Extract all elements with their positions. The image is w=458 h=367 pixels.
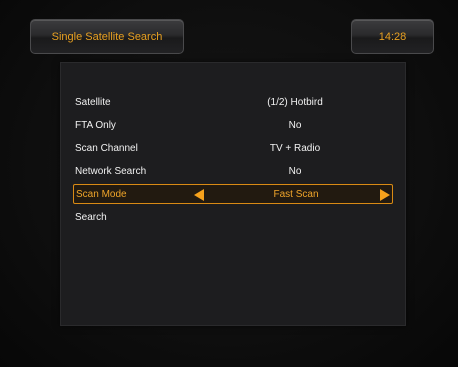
clock-box: 14:28 — [351, 19, 434, 54]
tv-screen: Single Satellite Search 14:28 Satellite … — [0, 0, 458, 367]
window-title-box: Single Satellite Search — [30, 19, 184, 54]
left-arrow-icon[interactable] — [194, 189, 204, 201]
menu-item-network-search[interactable]: Network Search No — [73, 161, 393, 181]
clock-time: 14:28 — [378, 30, 407, 43]
menu-item-scan-channel[interactable]: Scan Channel TV + Radio — [73, 138, 393, 158]
menu-item-value: Fast Scan — [273, 188, 319, 200]
menu-item-label: FTA Only — [75, 119, 116, 131]
settings-menu-panel: Satellite (1/2) Hotbird FTA Only No Scan… — [60, 62, 406, 326]
menu-item-label: Network Search — [75, 165, 147, 177]
menu-item-search[interactable]: Search — [73, 207, 393, 227]
menu-item-label: Scan Channel — [75, 142, 138, 154]
menu-item-label: Scan Mode — [76, 188, 127, 200]
menu-item-label: Search — [75, 211, 107, 223]
right-arrow-icon[interactable] — [380, 189, 390, 201]
menu-item-value: No — [288, 165, 302, 177]
menu-item-value: TV + Radio — [269, 142, 321, 154]
menu-item-fta-only[interactable]: FTA Only No — [73, 115, 393, 135]
page-title: Single Satellite Search — [51, 30, 163, 43]
menu-item-scan-mode[interactable]: Scan Mode Fast Scan — [73, 184, 393, 204]
menu-item-label: Satellite — [75, 96, 111, 108]
menu-item-value: (1/2) Hotbird — [267, 96, 323, 108]
menu-item-satellite[interactable]: Satellite (1/2) Hotbird — [73, 92, 393, 112]
menu-item-value: No — [288, 119, 302, 131]
